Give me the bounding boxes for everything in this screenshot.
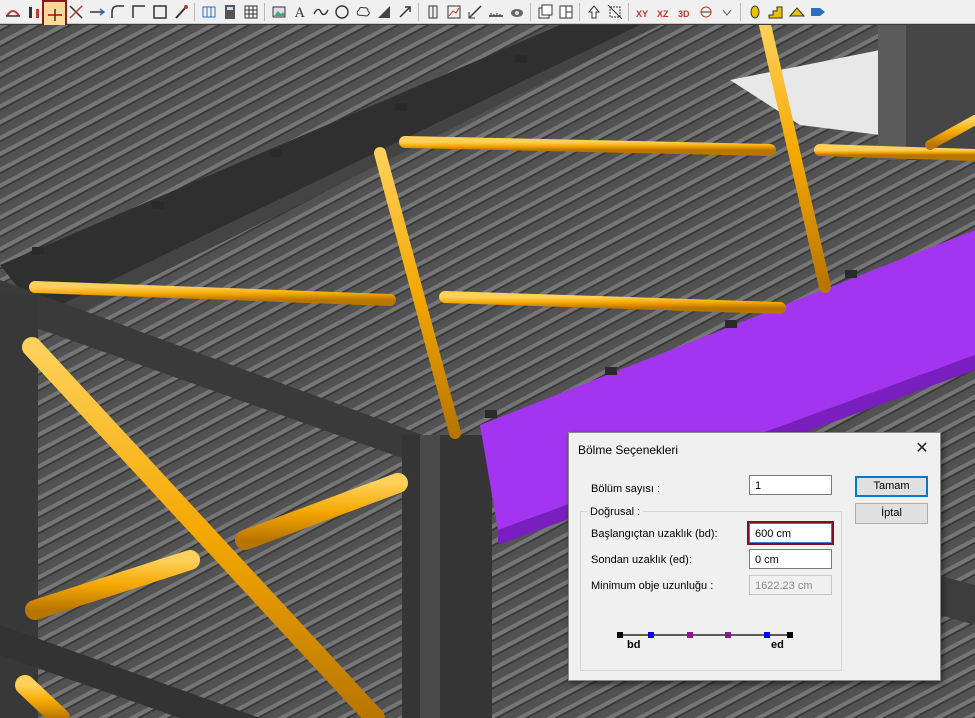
copy-window-icon[interactable] [534, 1, 555, 22]
divide-options-dialog: Bölme Seçenekleri ✕ Bölüm sayısı : 1 Doğ… [568, 432, 941, 681]
section-count-field[interactable]: 1 [749, 475, 832, 495]
corner-icon[interactable] [128, 1, 149, 22]
spline-icon[interactable] [310, 1, 331, 22]
divide-member-icon[interactable] [42, 0, 67, 30]
section-count-label: Bölüm sayısı : [591, 483, 661, 495]
column-section-icon[interactable] [422, 1, 443, 22]
arrow-icon[interactable] [394, 1, 415, 22]
main-column [402, 435, 492, 718]
resize-icon[interactable] [604, 1, 625, 22]
close-icon[interactable]: ✕ [912, 439, 932, 459]
dialog-title: Bölme Seçenekleri [578, 443, 679, 457]
toolbar-separator [740, 2, 741, 21]
toolbar-separator [194, 2, 195, 21]
stair-icon[interactable] [765, 1, 786, 22]
section-z-icon[interactable]: XZ [653, 1, 674, 22]
svg-text:XY: XY [636, 9, 648, 19]
frame-tool-icon[interactable] [149, 1, 170, 22]
toolbar-separator [628, 2, 629, 21]
text-icon[interactable]: A [289, 1, 310, 22]
cancel-button[interactable]: İptal [855, 503, 928, 524]
diagram-ed-label: ed [771, 639, 784, 651]
measure-icon[interactable] [464, 1, 485, 22]
linear-group-title: Doğrusal : [587, 506, 644, 518]
section-x-icon[interactable]: XY [632, 1, 653, 22]
diagram-bd-label: bd [627, 639, 641, 651]
hatch-icon[interactable] [373, 1, 394, 22]
start-distance-label: Başlangıçtan uzaklık (bd): [591, 528, 718, 540]
roof-icon[interactable] [786, 1, 807, 22]
main-toolbar: A XY XZ 3D [0, 0, 975, 30]
column-tool-icon[interactable] [23, 1, 44, 22]
toolbar-separator [264, 2, 265, 21]
svg-text:A: A [294, 6, 305, 20]
expand-icon[interactable] [716, 1, 737, 22]
svg-text:XZ: XZ [657, 9, 669, 19]
fillet-icon[interactable] [107, 1, 128, 22]
calculator-icon[interactable] [219, 1, 240, 22]
split-window-icon[interactable] [555, 1, 576, 22]
camera-icon[interactable] [506, 1, 527, 22]
ruler-icon[interactable] [485, 1, 506, 22]
section-3d-icon[interactable]: 3D [674, 1, 695, 22]
min-length-field: 1622.23 cm [749, 575, 832, 595]
image-icon[interactable] [268, 1, 289, 22]
ok-button[interactable]: Tamam [855, 476, 928, 497]
toolbar-separator [579, 2, 580, 21]
table-icon[interactable] [240, 1, 261, 22]
end-distance-field[interactable]: 0 cm [749, 549, 832, 569]
move-up-icon[interactable] [583, 1, 604, 22]
chart-icon[interactable] [443, 1, 464, 22]
circle-icon[interactable] [331, 1, 352, 22]
extend-icon[interactable] [86, 1, 107, 22]
tag-icon[interactable] [807, 1, 828, 22]
svg-text:3D: 3D [678, 9, 690, 19]
end-distance-label: Sondan uzaklık (ed): [591, 554, 692, 566]
main-column-flange [420, 435, 440, 718]
beam-tool-icon[interactable] [2, 1, 23, 22]
toolbar-separator [530, 2, 531, 21]
column-top-right [878, 25, 906, 160]
grid-tool-icon[interactable] [198, 1, 219, 22]
toolbar-separator [418, 2, 419, 21]
intersect-icon[interactable] [65, 1, 86, 22]
cloud-icon[interactable] [352, 1, 373, 22]
min-length-label: Minimum obje uzunluğu : [591, 580, 714, 592]
start-distance-field[interactable]: 600 cm [747, 521, 834, 545]
paint-icon[interactable] [170, 1, 191, 22]
section-view-icon[interactable] [695, 1, 716, 22]
bolt-icon[interactable] [744, 1, 765, 22]
